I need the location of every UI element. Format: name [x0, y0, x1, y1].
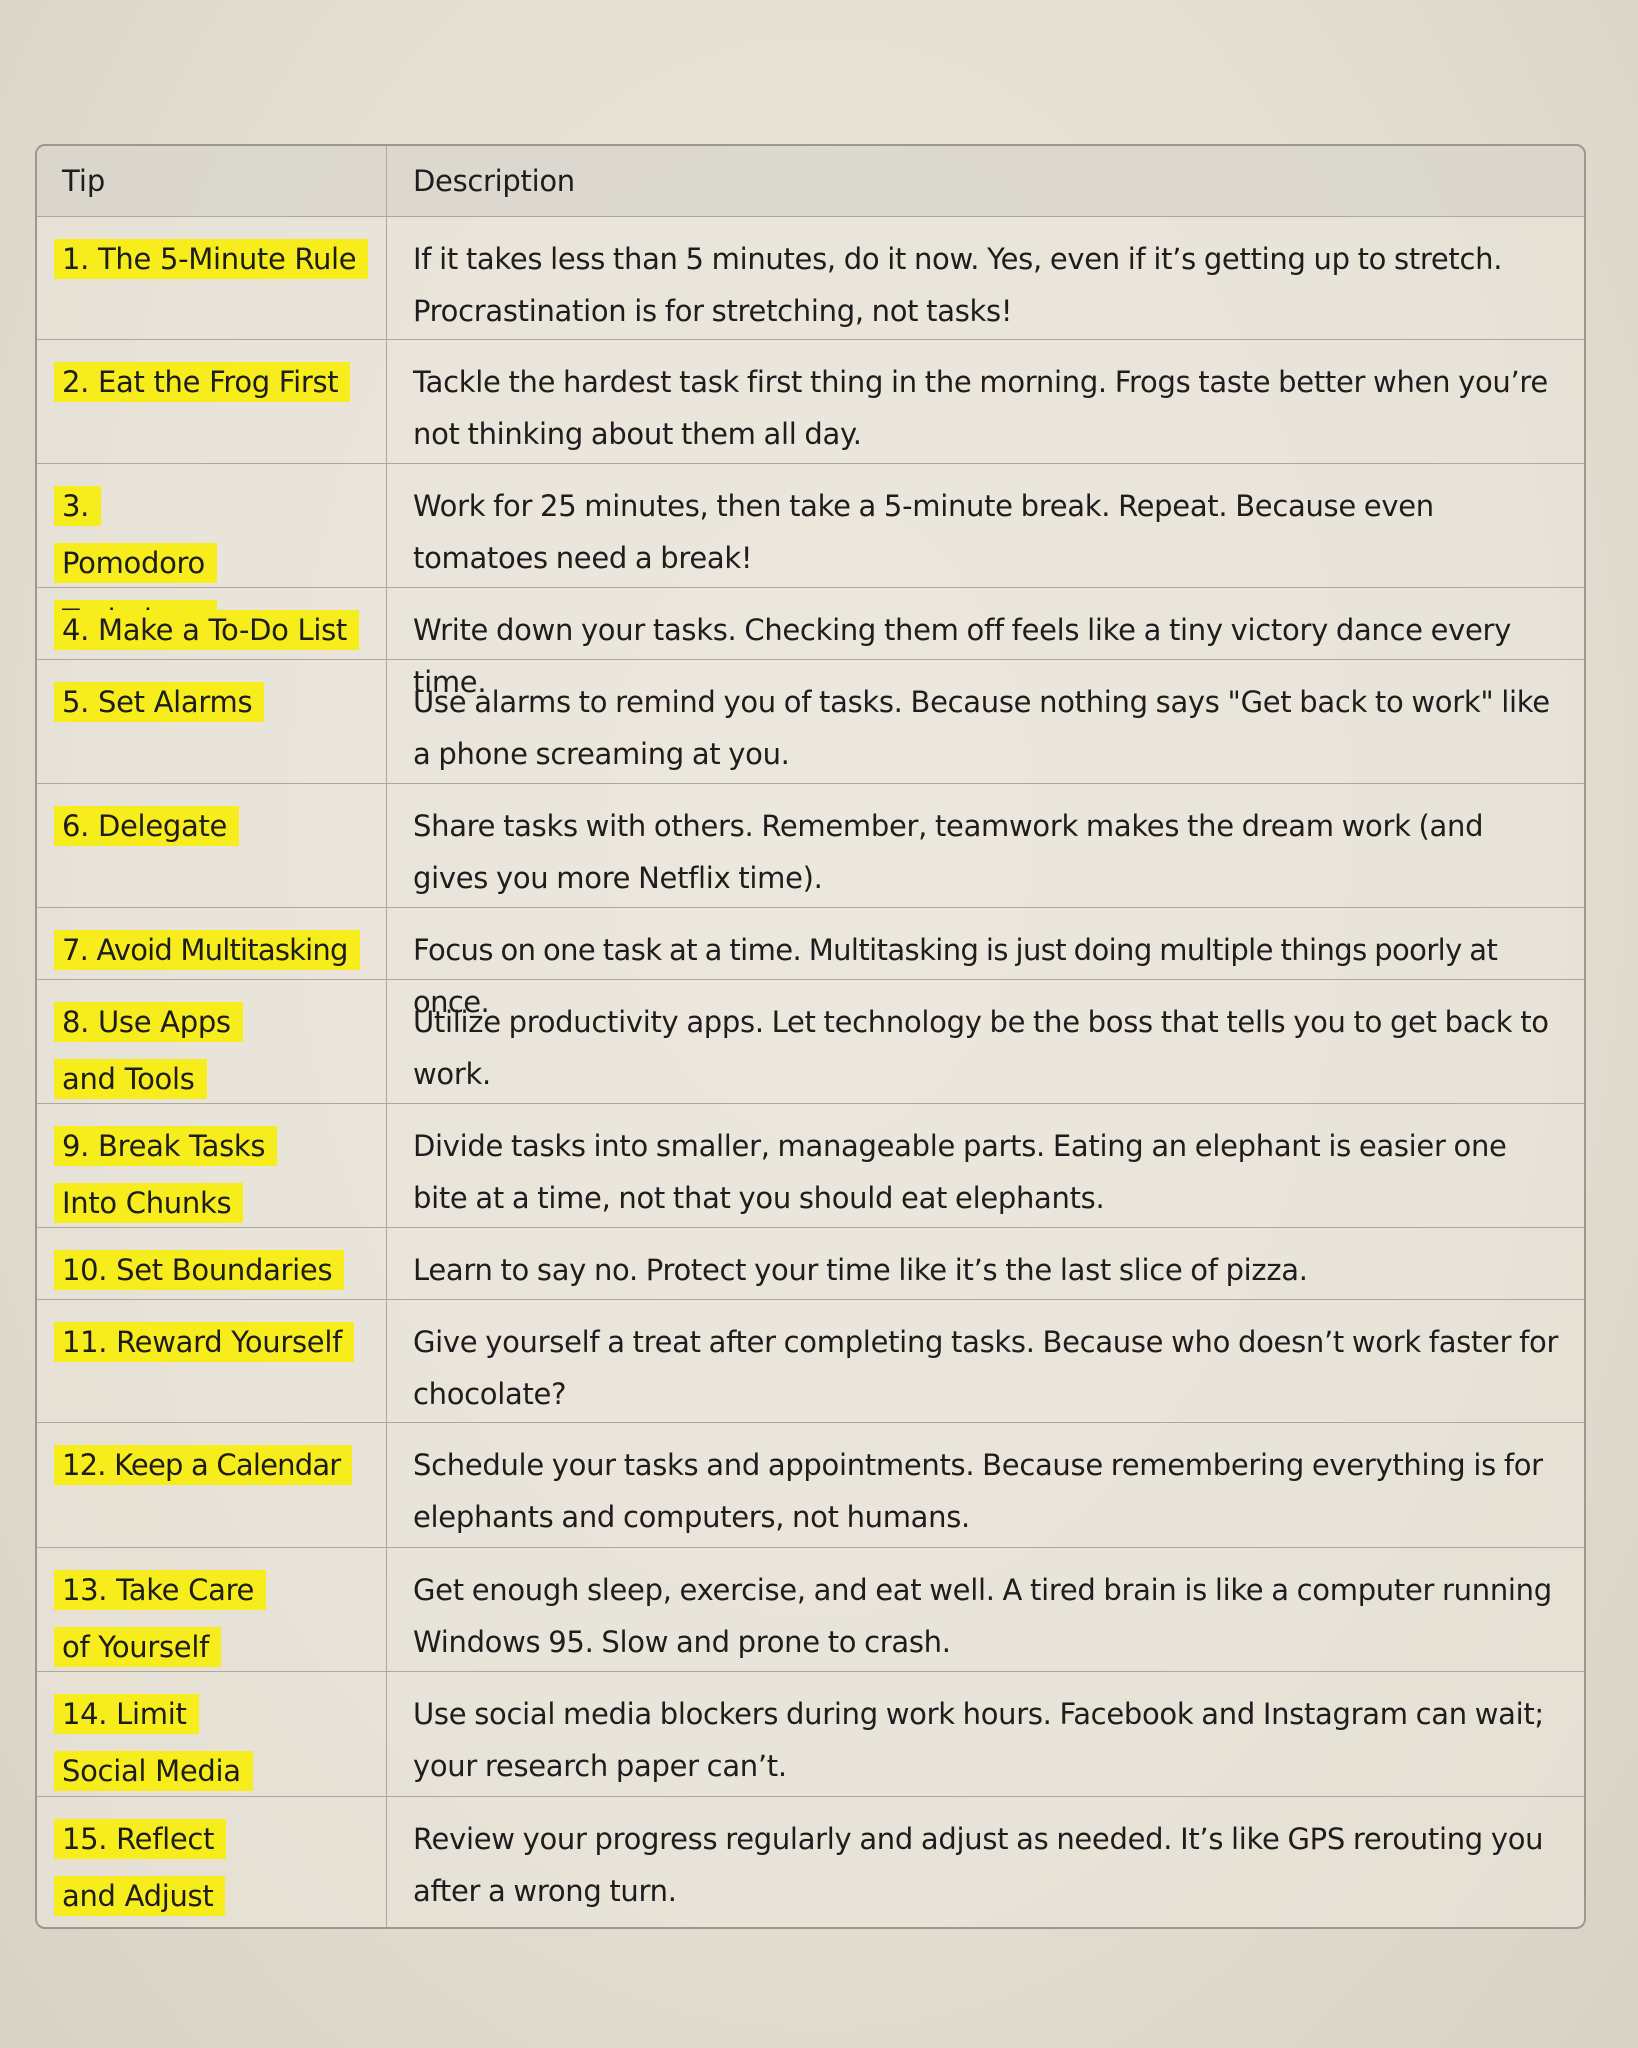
tip-cell: 4. Make a To-Do List — [37, 587, 387, 659]
description-cell: If it takes less than 5 minutes, do it n… — [413, 241, 1503, 328]
tip-highlight: 5. Set Alarms — [54, 681, 265, 722]
tip-highlight: 12. Keep a Calendar — [54, 1445, 353, 1486]
table-row: 6. Delegate Share tasks with others. Rem… — [37, 783, 1584, 907]
tip-highlight: 2. Eat the Frog First — [54, 362, 351, 403]
tip-cell: 15. Reflect and Adjust — [37, 1797, 387, 1927]
tip-highlight: 1. The 5-Minute Rule — [54, 238, 369, 279]
description-cell: Give yourself a treat after completing t… — [413, 1324, 1559, 1411]
description-cell: Use social media blockers during work ho… — [413, 1697, 1544, 1784]
table-row: 9. Break Tasks Into Chunks Divide tasks … — [37, 1102, 1584, 1227]
tips-table: Tip Description 1. The 5-Minute Rule If … — [35, 144, 1586, 1929]
tip-highlight: 14. Limit Social Media — [54, 1694, 253, 1792]
description-cell: Share tasks with others. Remember, teamw… — [413, 809, 1484, 896]
description-cell: Focus on one task at a time. Multitaskin… — [413, 932, 1498, 1019]
table-row: 13. Take Care of Yourself Get enough sle… — [37, 1547, 1584, 1672]
table-row: 10. Set Boundaries Learn to say no. Prot… — [37, 1226, 1584, 1299]
description-cell: Tackle the hardest task first thing in t… — [413, 365, 1548, 452]
tip-cell: 11. Reward Yourself — [37, 1299, 387, 1423]
tip-cell: 1. The 5-Minute Rule — [37, 216, 387, 340]
tip-cell: 7. Avoid Multitasking — [37, 907, 387, 979]
table-row: 1. The 5-Minute Rule If it takes less th… — [37, 215, 1584, 340]
description-cell: Schedule your tasks and appointments. Be… — [413, 1448, 1543, 1535]
table-row: 11. Reward Yourself Give yourself a trea… — [37, 1298, 1584, 1423]
table-row: 5. Set Alarms Use alarms to remind you o… — [37, 658, 1584, 784]
description-cell: Utilize productivity apps. Let technolog… — [413, 1004, 1549, 1091]
tip-highlight: 4. Make a To-Do List — [54, 609, 360, 650]
description-cell: Use alarms to remind you of tasks. Becau… — [413, 684, 1550, 771]
tip-highlight: 7. Avoid Multitasking — [54, 929, 360, 970]
tip-cell: 5. Set Alarms — [37, 659, 387, 784]
header-description: Description — [413, 164, 575, 198]
description-cell: Get enough sleep, exercise, and eat well… — [413, 1573, 1552, 1660]
description-cell: Divide tasks into smaller, manageable pa… — [413, 1128, 1507, 1215]
table-row: 8. Use Apps and Tools Utilize productivi… — [37, 978, 1584, 1103]
tip-highlight: 8. Use Apps and Tools — [54, 1001, 243, 1099]
description-cell: Write down your tasks. Checking them off… — [413, 612, 1512, 699]
tip-cell: 12. Keep a Calendar — [37, 1423, 387, 1548]
table-header-row: Tip Description — [37, 146, 1584, 216]
table-row: 12. Keep a Calendar Schedule your tasks … — [37, 1422, 1584, 1548]
tip-highlight: 10. Set Boundaries — [54, 1249, 345, 1290]
description-cell: Review your progress regularly and adjus… — [413, 1822, 1544, 1909]
tip-cell: 2. Eat the Frog First — [37, 340, 387, 463]
table-row: 14. Limit Social Media Use social media … — [37, 1671, 1584, 1797]
table-row: 15. Reflect and Adjust Review your progr… — [37, 1796, 1584, 1927]
description-cell: Work for 25 minutes, then take a 5-minut… — [413, 488, 1434, 575]
tip-cell: 3. Pomodoro Technique — [37, 463, 387, 640]
table-row: 3. Pomodoro Technique Work for 25 minute… — [37, 462, 1584, 640]
header-tip: Tip — [37, 146, 387, 216]
tip-cell: 14. Limit Social Media — [37, 1672, 387, 1797]
description-cell: Learn to say no. Protect your time like … — [413, 1252, 1308, 1287]
tip-highlight: 6. Delegate — [54, 806, 240, 847]
table-row: 4. Make a To-Do List Write down your tas… — [37, 586, 1584, 699]
tip-highlight: 13. Take Care of Yourself — [54, 1570, 267, 1668]
table-row: 7. Avoid Multitasking Focus on one task … — [37, 906, 1584, 1019]
tip-cell: 6. Delegate — [37, 784, 387, 907]
tip-cell: 10. Set Boundaries — [37, 1227, 387, 1299]
tip-cell: 8. Use Apps and Tools — [37, 979, 387, 1103]
tip-cell: 9. Break Tasks Into Chunks — [37, 1103, 387, 1227]
tip-highlight: 11. Reward Yourself — [54, 1321, 354, 1362]
table-row: 2. Eat the Frog First Tackle the hardest… — [37, 339, 1584, 463]
tip-highlight: 15. Reflect and Adjust — [54, 1819, 227, 1917]
tip-highlight: 9. Break Tasks Into Chunks — [54, 1125, 278, 1223]
tip-cell: 13. Take Care of Yourself — [37, 1548, 387, 1672]
